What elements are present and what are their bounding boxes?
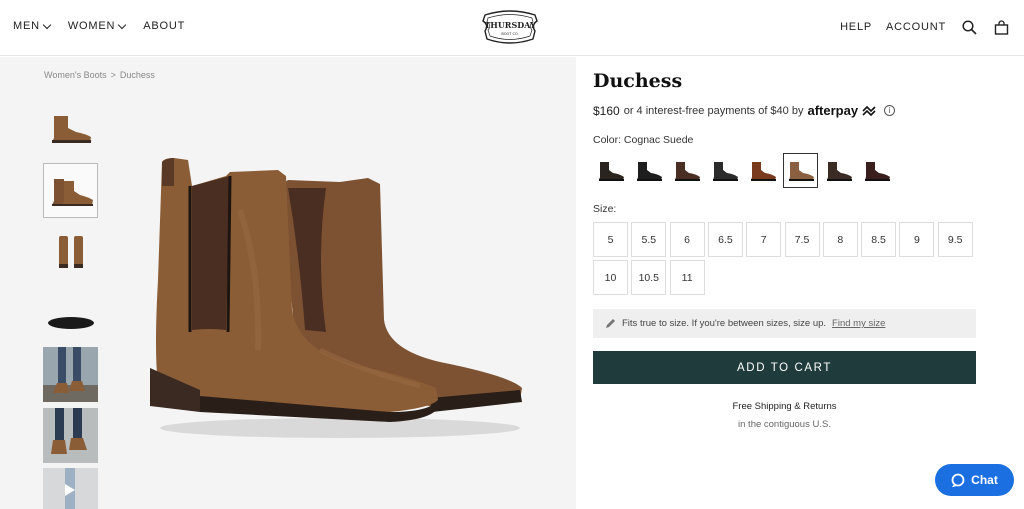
breadcrumb-current: Duchess [119, 70, 155, 80]
boot-icon [750, 161, 776, 181]
boot-icon [598, 161, 624, 181]
shipping-title: Free Shipping & Returns [732, 401, 837, 412]
thumbnail-lifestyle-2[interactable] [43, 408, 98, 463]
size-option[interactable]: 9 [899, 222, 935, 257]
boot-icon [788, 161, 814, 181]
size-option[interactable]: 11 [669, 260, 705, 295]
pencil-icon [606, 319, 615, 328]
site-header: MEN WOMEN ABOUT THURSDAY BOOT CO. HELP A… [0, 0, 1024, 56]
color-swatch[interactable] [593, 153, 628, 188]
thumbnail-pair-view[interactable] [43, 163, 98, 218]
search-icon[interactable] [960, 18, 978, 36]
size-option[interactable]: 6 [669, 222, 705, 257]
installment-text: or 4 interest-free payments of $40 by [623, 104, 804, 117]
product-price: $160 [593, 103, 620, 118]
find-my-size-link[interactable]: Find my size [832, 318, 885, 329]
size-option[interactable]: 7.5 [784, 222, 820, 257]
nav-about[interactable]: ABOUT [143, 20, 185, 32]
size-option[interactable]: 9.5 [937, 222, 973, 257]
size-option[interactable]: 10.5 [631, 260, 667, 295]
nav-account[interactable]: ACCOUNT [886, 21, 946, 33]
shipping-subtitle: in the contiguous U.S. [738, 419, 831, 430]
color-swatch[interactable] [859, 153, 894, 188]
size-option[interactable]: 5.5 [631, 222, 667, 257]
size-option[interactable]: 10 [593, 260, 628, 295]
size-label: Size: [593, 203, 617, 215]
boot-icon [712, 161, 738, 181]
thumbnail-lifestyle-1[interactable] [43, 347, 98, 402]
svg-text:THURSDAY: THURSDAY [484, 20, 536, 30]
boot-icon [636, 161, 662, 181]
chevron-down-icon [118, 20, 127, 29]
breadcrumb-separator: > [110, 70, 116, 80]
color-swatch[interactable] [821, 153, 856, 188]
boot-icon [826, 161, 852, 181]
nav-women[interactable]: WOMEN [67, 20, 127, 32]
color-swatch[interactable] [669, 153, 704, 188]
thumbnail-video[interactable] [43, 468, 98, 509]
breadcrumb: Women's Boots > Duchess [44, 70, 155, 80]
add-to-cart-button[interactable]: ADD TO CART [593, 351, 976, 384]
thumbnail-back-view[interactable] [43, 224, 98, 279]
size-option[interactable]: 6.5 [707, 222, 743, 257]
color-swatch[interactable] [745, 153, 780, 188]
chat-bubble-icon [951, 473, 965, 487]
svg-text:BOOT CO.: BOOT CO. [501, 32, 518, 36]
thumbnail-side-view[interactable] [43, 100, 98, 155]
chevron-down-icon [42, 20, 52, 29]
nav-men[interactable]: MEN [13, 20, 52, 32]
breadcrumb-parent[interactable]: Women's Boots [44, 70, 107, 80]
color-swatch[interactable] [631, 153, 666, 188]
fit-note: Fits true to size. If you're between siz… [593, 309, 976, 338]
afterpay-arrows-icon [862, 105, 876, 116]
color-swatch[interactable] [707, 153, 742, 188]
price-line: $160 or 4 interest-free payments of $40 … [593, 103, 896, 118]
product-title: Duchess [593, 70, 683, 92]
nav-women-label: WOMEN [67, 20, 116, 32]
brand-logo[interactable]: THURSDAY BOOT CO. [479, 9, 541, 47]
size-option[interactable]: 8.5 [861, 222, 897, 257]
afterpay-logo: afterpay [807, 103, 859, 118]
thumbnail-sole-view[interactable] [43, 293, 98, 348]
boot-icon [864, 161, 890, 181]
utility-nav: HELP ACCOUNT [840, 18, 1010, 36]
size-option[interactable]: 5 [593, 222, 628, 257]
bag-icon[interactable] [992, 18, 1010, 36]
size-option[interactable]: 7 [746, 222, 782, 257]
color-label: Color: Cognac Suede [593, 134, 694, 146]
nav-men-label: MEN [13, 20, 40, 32]
size-option[interactable]: 8 [822, 222, 858, 257]
info-icon[interactable]: i [884, 105, 896, 116]
primary-nav: MEN WOMEN ABOUT [13, 20, 185, 32]
nav-about-label: ABOUT [143, 20, 186, 32]
nav-help[interactable]: HELP [840, 21, 872, 33]
boot-icon [674, 161, 700, 181]
chat-button[interactable]: Chat [935, 464, 1014, 496]
chat-label: Chat [971, 473, 998, 487]
fit-text: Fits true to size. If you're between siz… [622, 318, 827, 329]
color-swatch[interactable] [783, 153, 818, 188]
color-swatches [593, 153, 894, 188]
main-product-image [140, 150, 530, 450]
